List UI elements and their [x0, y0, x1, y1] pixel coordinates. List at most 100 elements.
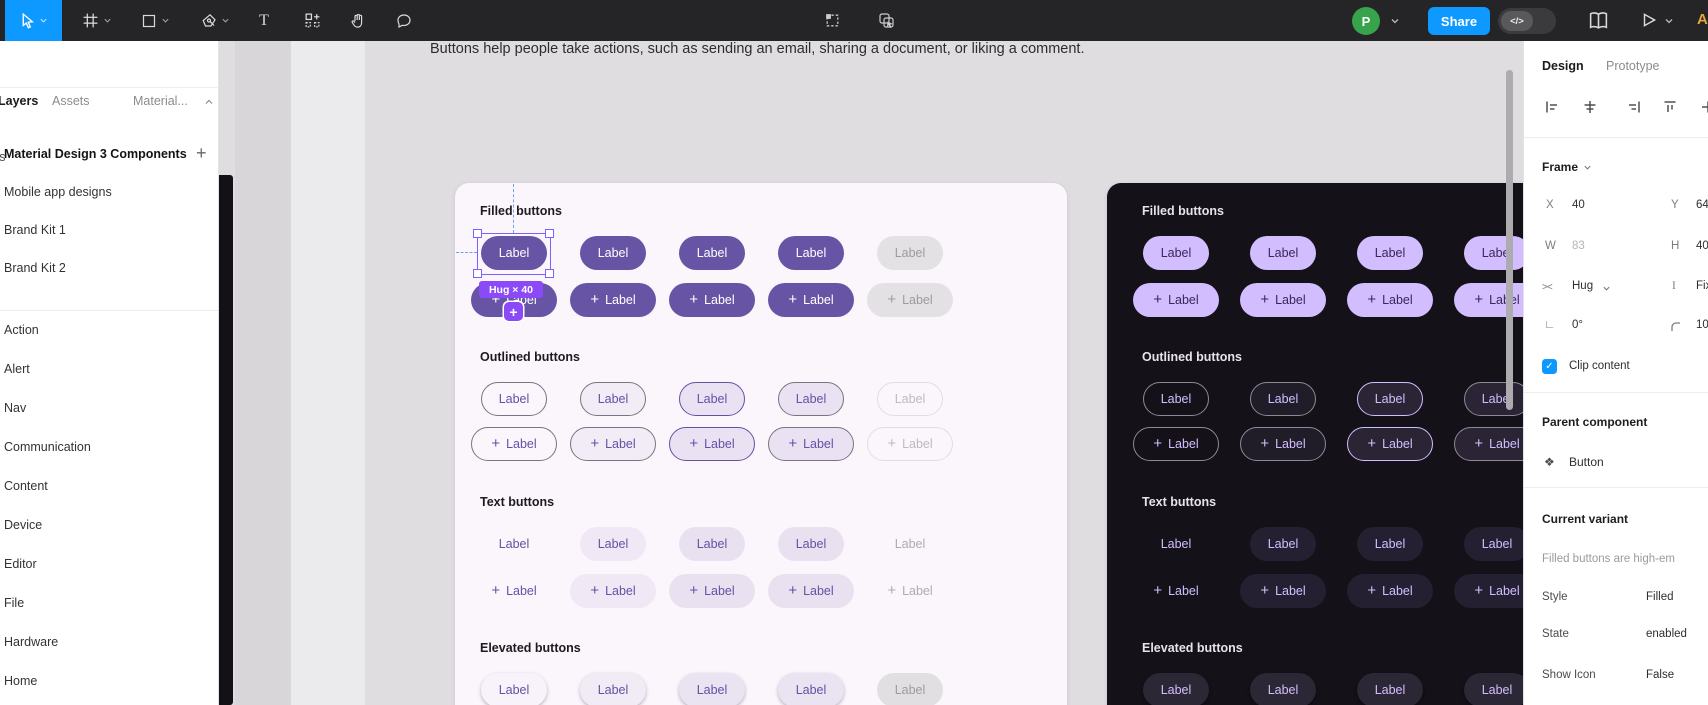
canvas-button[interactable]: + Label	[570, 427, 656, 461]
canvas-button[interactable]: Label	[877, 382, 943, 416]
sidebar-category-item[interactable]: Editor	[4, 557, 37, 571]
state-value[interactable]: enabled	[1646, 628, 1687, 640]
canvas-button[interactable]: Label	[778, 236, 844, 270]
canvas-button[interactable]: + Label	[1240, 283, 1326, 317]
canvas-button[interactable]: Label	[580, 527, 646, 561]
component-tool[interactable]	[818, 0, 846, 41]
height-value[interactable]: 40	[1696, 240, 1708, 252]
chevron-down-icon[interactable]	[1664, 16, 1674, 26]
align-left-icon[interactable]	[1544, 99, 1560, 115]
align-horizontal-center-icon[interactable]	[1582, 99, 1598, 115]
y-value[interactable]: 64	[1696, 199, 1708, 211]
frame-tool[interactable]	[74, 0, 120, 41]
canvas-button[interactable]: + Label	[768, 427, 854, 461]
chevron-down-icon[interactable]	[221, 16, 230, 25]
canvas-button[interactable]: + Label	[1240, 574, 1326, 608]
style-value[interactable]: Filled	[1646, 591, 1673, 603]
offscreen-dark-frame-edge[interactable]	[218, 175, 233, 705]
canvas-button[interactable]: + Label	[1133, 574, 1219, 608]
canvas-button[interactable]: Label	[679, 673, 745, 705]
canvas-button[interactable]: Label	[778, 382, 844, 416]
dev-mode-toggle[interactable]: </>	[1498, 8, 1556, 34]
canvas-button[interactable]: Label	[1143, 382, 1209, 416]
canvas-button[interactable]: + Label	[768, 283, 854, 317]
tab-assets[interactable]: Assets	[52, 94, 90, 108]
canvas-button[interactable]: Label	[580, 382, 646, 416]
chevron-up-icon[interactable]	[204, 97, 214, 107]
canvas-button[interactable]: Label	[481, 527, 547, 561]
horizontal-resizing-value[interactable]: Hug	[1572, 280, 1593, 292]
canvas[interactable]: Buttons help people take actions, such a…	[218, 41, 1708, 705]
actions-tool[interactable]	[298, 0, 326, 41]
canvas-button[interactable]: + Label	[768, 574, 854, 608]
collaborator-avatar[interactable]: A	[1697, 11, 1708, 28]
sidebar-page-item[interactable]: Brand Kit 2	[4, 261, 66, 275]
present-play-icon[interactable]	[1640, 11, 1658, 29]
canvas-button[interactable]: + Label	[471, 574, 557, 608]
canvas-button[interactable]: Label	[877, 527, 943, 561]
sidebar-category-item[interactable]: Action	[4, 323, 39, 337]
chevron-down-icon[interactable]	[39, 16, 48, 25]
sidebar-category-item[interactable]: Device	[4, 518, 42, 532]
canvas-button[interactable]: Label	[580, 236, 646, 270]
canvas-button[interactable]: Label	[1143, 673, 1209, 705]
chevron-down-icon[interactable]	[103, 16, 112, 25]
canvas-button[interactable]: Label	[877, 673, 943, 705]
parent-component-name[interactable]: Button	[1569, 455, 1604, 469]
align-vertical-center-icon[interactable]	[1700, 99, 1708, 115]
sidebar-category-item[interactable]: Home	[4, 674, 37, 688]
add-page-button[interactable]: +	[196, 144, 207, 162]
canvas-button[interactable]: Label	[1143, 236, 1209, 270]
variant-style-row[interactable]: Style Filled	[1524, 591, 1708, 607]
width-value[interactable]: 83	[1572, 240, 1585, 252]
canvas-button[interactable]: Label	[1464, 527, 1530, 561]
canvas-button[interactable]: + Label	[1240, 427, 1326, 461]
sidebar-category-item[interactable]: Content	[4, 479, 48, 493]
canvas-button[interactable]: Label	[679, 382, 745, 416]
show-icon-value[interactable]: False	[1646, 669, 1674, 681]
sidebar-page-item[interactable]: Mobile app designs	[4, 185, 112, 199]
canvas-button[interactable]: + Label	[471, 427, 557, 461]
canvas-button[interactable]: Label	[1464, 673, 1530, 705]
variant-state-row[interactable]: State enabled	[1524, 628, 1708, 644]
sidebar-category-item[interactable]: Alert	[4, 362, 30, 376]
canvas-button[interactable]: Label	[1464, 236, 1530, 270]
canvas-scrollbar[interactable]	[1506, 70, 1513, 410]
sidebar-category-item[interactable]: Nav	[4, 401, 26, 415]
canvas-button[interactable]: + Label	[867, 574, 953, 608]
canvas-button[interactable]: Label	[1357, 236, 1423, 270]
instance-swap-tool[interactable]	[872, 0, 902, 41]
tab-design[interactable]: Design	[1542, 59, 1584, 73]
canvas-button[interactable]: + Label	[1347, 283, 1433, 317]
align-top-icon[interactable]	[1662, 99, 1678, 115]
canvas-button[interactable]: Label	[580, 673, 646, 705]
hand-tool[interactable]	[344, 0, 372, 41]
canvas-button[interactable]: Label	[481, 382, 547, 416]
variant-show-icon-row[interactable]: Show Icon False	[1524, 669, 1708, 685]
share-button[interactable]: Share	[1428, 7, 1490, 35]
canvas-button[interactable]: + Label	[867, 283, 953, 317]
selection-outline[interactable]	[477, 233, 551, 275]
tab-prototype[interactable]: Prototype	[1606, 59, 1660, 73]
tab-file-name[interactable]: Material...	[133, 94, 188, 108]
canvas-button[interactable]: Label	[1357, 382, 1423, 416]
canvas-button[interactable]: Label	[1250, 673, 1316, 705]
library-book-icon[interactable]	[1588, 10, 1609, 31]
canvas-button[interactable]: Label	[1357, 527, 1423, 561]
tab-layers[interactable]: Layers	[0, 94, 38, 108]
canvas-button[interactable]: + Label	[1133, 283, 1219, 317]
x-value[interactable]: 40	[1572, 199, 1585, 211]
canvas-button[interactable]: Label	[778, 527, 844, 561]
canvas-button[interactable]: Label	[1250, 527, 1316, 561]
canvas-button[interactable]: Label	[1464, 382, 1530, 416]
canvas-button[interactable]: Label	[1250, 382, 1316, 416]
clip-content-checkbox[interactable]: ✓	[1542, 359, 1557, 374]
canvas-button[interactable]: + Label	[867, 427, 953, 461]
selection-handle-nw[interactable]	[473, 229, 482, 238]
chevron-down-icon[interactable]	[1390, 16, 1400, 26]
sidebar-category-item[interactable]: Hardware	[4, 635, 58, 649]
comment-tool[interactable]	[390, 0, 418, 41]
chevron-down-icon[interactable]	[1602, 284, 1611, 293]
canvas-button[interactable]: + Label	[669, 427, 755, 461]
sidebar-page-item[interactable]: Brand Kit 1	[4, 223, 66, 237]
